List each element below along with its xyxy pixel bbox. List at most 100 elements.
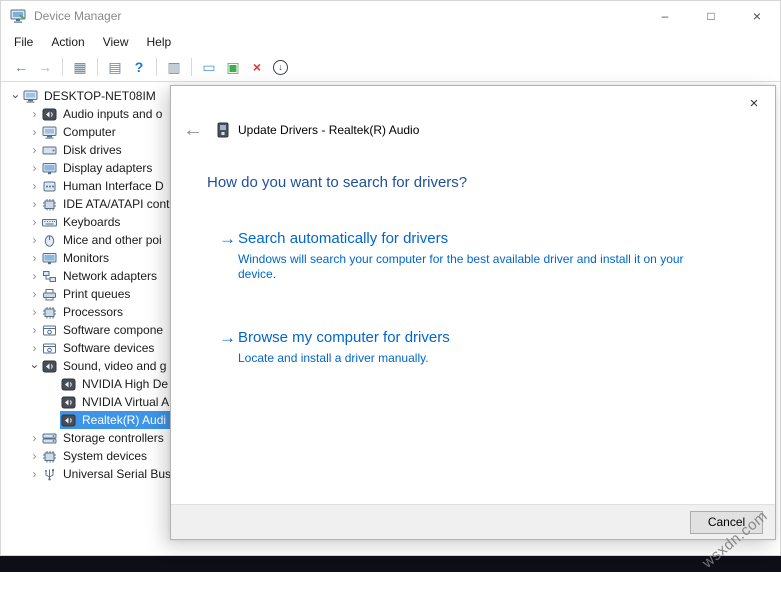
chevron-collapsed-icon[interactable]: › bbox=[28, 198, 41, 211]
chevron-collapsed-icon[interactable]: › bbox=[28, 216, 41, 229]
uninstall-device-button[interactable]: × bbox=[245, 56, 269, 78]
chevron-collapsed-icon[interactable]: › bbox=[28, 234, 41, 247]
window-controls: – □ × bbox=[642, 1, 780, 31]
option-description: Windows will search your computer for th… bbox=[238, 252, 690, 282]
show-console-tree-button[interactable]: ▦ bbox=[68, 56, 92, 78]
tree-item-content: Network adapters bbox=[41, 267, 161, 285]
dialog-header: ← Update Drivers - Realtek(R) Audio bbox=[171, 120, 775, 140]
tree-item-label: Processors bbox=[63, 305, 123, 319]
tree-item-content: Audio inputs and o bbox=[41, 105, 166, 123]
tree-item-label: Human Interface D bbox=[63, 179, 164, 193]
tree-item-label: Audio inputs and o bbox=[63, 107, 162, 121]
chevron-collapsed-icon[interactable]: › bbox=[28, 162, 41, 175]
forward-button[interactable]: → bbox=[33, 56, 57, 78]
chevron-collapsed-icon[interactable]: › bbox=[28, 468, 41, 481]
arrow-right-icon: → bbox=[219, 229, 238, 282]
tree-item-label: NVIDIA High De bbox=[82, 377, 168, 391]
dialog-heading: How do you want to search for drivers? bbox=[207, 174, 775, 191]
chevron-collapsed-icon[interactable]: › bbox=[28, 342, 41, 355]
dialog-close-icon[interactable]: × bbox=[741, 92, 767, 114]
minimize-button[interactable]: – bbox=[642, 1, 688, 31]
menu-help[interactable]: Help bbox=[138, 33, 181, 51]
option-label[interactable]: Search automatically for drivers bbox=[238, 229, 690, 249]
arrow-right-icon: → bbox=[219, 328, 238, 366]
tree-item-content: Software devices bbox=[41, 339, 158, 357]
tree-item-content: Universal Serial Bus bbox=[41, 465, 175, 483]
tree-item-label: Storage controllers bbox=[63, 431, 164, 445]
option-label[interactable]: Browse my computer for drivers bbox=[238, 328, 450, 348]
speaker-icon bbox=[61, 378, 76, 391]
chevron-expanded-icon[interactable]: › bbox=[28, 360, 41, 373]
menu-action[interactable]: Action bbox=[42, 33, 93, 51]
tree-item-content: Mice and other poi bbox=[41, 231, 166, 249]
maximize-button[interactable]: □ bbox=[688, 1, 734, 31]
chevron-collapsed-icon[interactable]: › bbox=[28, 126, 41, 139]
option-search-automatically[interactable]: → Search automatically for drivers Windo… bbox=[219, 229, 775, 282]
device-manager-icon bbox=[10, 8, 26, 24]
display-icon bbox=[42, 252, 57, 265]
tree-item-content: Print queues bbox=[41, 285, 134, 303]
tree-item-content: Human Interface D bbox=[41, 177, 168, 195]
properties-button[interactable]: ▤ bbox=[103, 56, 127, 78]
usb-icon bbox=[42, 468, 57, 481]
bottom-taskbar-strip bbox=[0, 556, 781, 572]
tree-item-content: Keyboards bbox=[41, 213, 124, 231]
speaker-icon bbox=[42, 360, 57, 373]
chevron-expanded-icon[interactable]: › bbox=[9, 90, 22, 103]
chevron-collapsed-icon[interactable]: › bbox=[28, 432, 41, 445]
speaker-icon bbox=[61, 396, 76, 409]
chevron-collapsed-icon[interactable]: › bbox=[28, 306, 41, 319]
software-icon bbox=[42, 324, 57, 337]
devices-by-type-button[interactable]: ▥ bbox=[162, 56, 186, 78]
update-driver-button[interactable]: ▭ bbox=[197, 56, 221, 78]
tree-item-content: NVIDIA High De bbox=[60, 375, 172, 393]
tree-item-content: Realtek(R) Audi bbox=[60, 411, 170, 429]
tree-item-label: Disk drives bbox=[63, 143, 122, 157]
network-icon bbox=[42, 270, 57, 283]
help-button[interactable]: ? bbox=[127, 56, 151, 78]
tree-item-label: Software devices bbox=[63, 341, 154, 355]
disable-device-button[interactable]: ↓ bbox=[273, 60, 288, 75]
toolbar-separator bbox=[191, 58, 192, 76]
chevron-collapsed-icon[interactable]: › bbox=[28, 108, 41, 121]
tree-item-label: Keyboards bbox=[63, 215, 120, 229]
option-browse-computer[interactable]: → Browse my computer for drivers Locate … bbox=[219, 328, 775, 366]
scan-hardware-changes-button[interactable]: ▣ bbox=[221, 56, 245, 78]
chip-icon bbox=[42, 198, 57, 211]
tree-item-content: Sound, video and g bbox=[41, 357, 170, 375]
chevron-collapsed-icon[interactable]: › bbox=[28, 144, 41, 157]
tree-item-content: DESKTOP-NET08IM bbox=[22, 87, 160, 105]
display-icon bbox=[42, 162, 57, 175]
tree-item-label: Computer bbox=[63, 125, 116, 139]
speaker-icon bbox=[61, 414, 76, 427]
computer-icon bbox=[42, 126, 57, 139]
printer-icon bbox=[42, 288, 57, 301]
update-drivers-icon bbox=[217, 122, 229, 138]
menu-view[interactable]: View bbox=[94, 33, 138, 51]
tree-item-content: Monitors bbox=[41, 249, 113, 267]
toolbar-separator bbox=[97, 58, 98, 76]
back-button[interactable]: ← bbox=[9, 56, 33, 78]
chevron-collapsed-icon[interactable]: › bbox=[28, 270, 41, 283]
chevron-collapsed-icon[interactable]: › bbox=[28, 288, 41, 301]
dialog-footer: Cancel bbox=[171, 504, 775, 539]
chevron-collapsed-icon[interactable]: › bbox=[28, 180, 41, 193]
hid-icon bbox=[42, 180, 57, 193]
tree-item-content: Computer bbox=[41, 123, 120, 141]
tree-item-label: Universal Serial Bus bbox=[63, 467, 171, 481]
tree-item-label: Software compone bbox=[63, 323, 163, 337]
chevron-collapsed-icon[interactable]: › bbox=[28, 324, 41, 337]
title-bar: Device Manager – □ × bbox=[1, 1, 780, 31]
tree-item-label: Mice and other poi bbox=[63, 233, 162, 247]
close-button[interactable]: × bbox=[734, 1, 780, 31]
tree-item-content: IDE ATA/ATAPI cont bbox=[41, 195, 173, 213]
tree-item-label: Sound, video and g bbox=[63, 359, 166, 373]
chevron-collapsed-icon[interactable]: › bbox=[28, 450, 41, 463]
mouse-icon bbox=[42, 234, 57, 247]
dialog-back-icon[interactable]: ← bbox=[183, 120, 203, 140]
menu-file[interactable]: File bbox=[5, 33, 42, 51]
chevron-collapsed-icon[interactable]: › bbox=[28, 252, 41, 265]
tree-item-content: Storage controllers bbox=[41, 429, 168, 447]
tree-item-label: System devices bbox=[63, 449, 147, 463]
toolbar: ←→ ▦ ▤? ▥ ▭▣× ↓ bbox=[1, 53, 780, 82]
